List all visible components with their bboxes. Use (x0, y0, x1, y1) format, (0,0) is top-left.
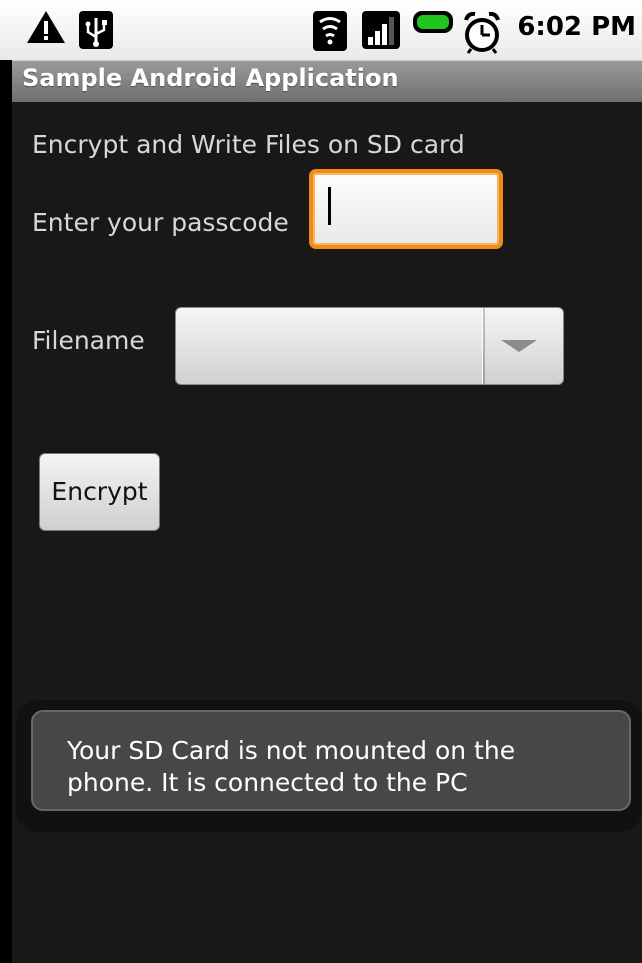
text-cursor (328, 187, 331, 225)
battery-icon (412, 10, 454, 38)
toast-line-2: phone. It is connected to the PC (67, 768, 468, 797)
filename-label: Filename (32, 326, 145, 355)
screen-edge (0, 60, 12, 963)
status-bar: 6:02 PM (0, 0, 642, 61)
chevron-down-icon[interactable] (501, 340, 537, 352)
warning-icon (26, 10, 66, 48)
alarm-icon (462, 10, 502, 58)
passcode-label: Enter your passcode (32, 208, 289, 237)
spinner-divider (482, 308, 485, 384)
app-screen: 6:02 PM Sample Android Application Encry… (0, 0, 642, 963)
app-title-bar: Sample Android Application (12, 61, 642, 102)
page-heading: Encrypt and Write Files on SD card (32, 130, 465, 159)
status-time: 6:02 PM (517, 12, 636, 42)
toast-message: Your SD Card is not mounted on the phone… (31, 710, 631, 811)
signal-icon (361, 10, 401, 54)
app-title: Sample Android Application (22, 64, 399, 92)
toast-line-1: Your SD Card is not mounted on the (67, 736, 516, 765)
usb-icon (78, 10, 114, 54)
wifi-icon (312, 10, 348, 56)
passcode-input[interactable] (309, 169, 503, 249)
filename-spinner[interactable] (175, 307, 564, 385)
encrypt-button[interactable]: Encrypt (39, 453, 160, 531)
